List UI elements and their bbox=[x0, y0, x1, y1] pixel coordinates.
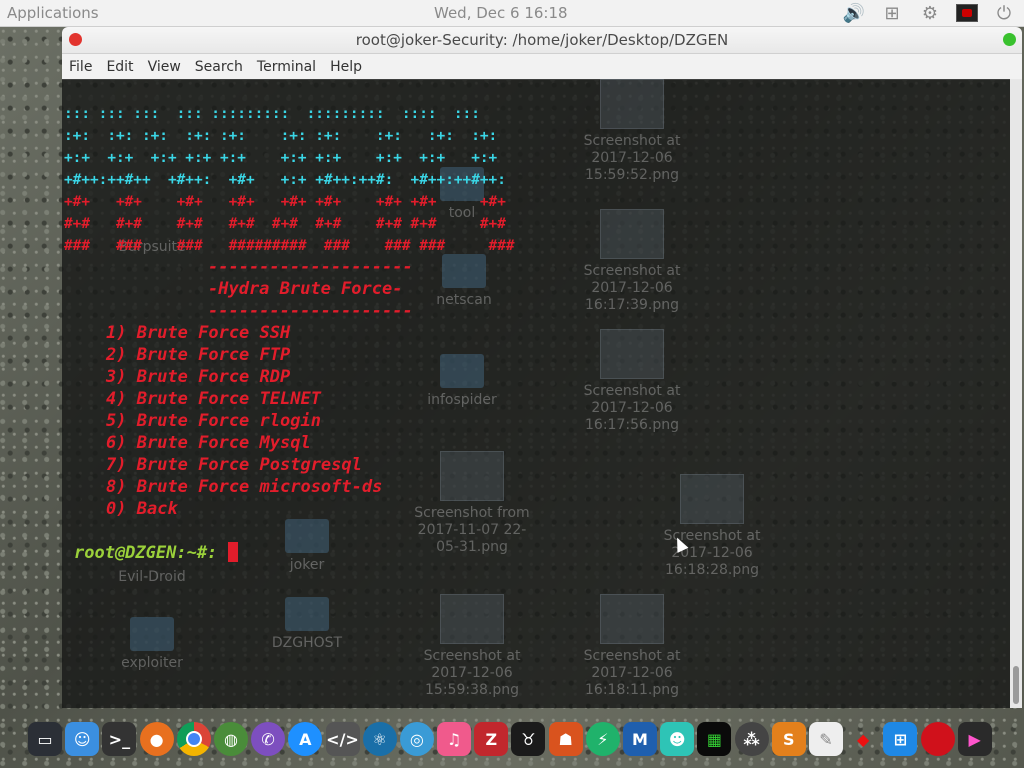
network-icon[interactable]: ⊞ bbox=[880, 2, 904, 24]
banner-line: +:+ +:+ +:+ +:+ +:+ +:+ +:+ +:+ +:+ +:+ bbox=[64, 150, 498, 166]
windows-icon[interactable]: ⊞ bbox=[883, 722, 918, 756]
dock: ▭ ☺ >_ ● ◍ ✆ A </> ⚛ ◎ ♫ Z ♉ ☗ ⚡ M ☻ ▦ ⁂… bbox=[28, 716, 998, 762]
notes-icon[interactable]: ✎ bbox=[808, 722, 843, 756]
menu-option: 7) Brute Force Postgresql bbox=[106, 455, 362, 475]
app-store-icon[interactable]: A bbox=[288, 722, 323, 756]
menu-search[interactable]: Search bbox=[188, 59, 250, 75]
disks-icon[interactable]: ▭ bbox=[28, 722, 62, 756]
menu-file[interactable]: File bbox=[62, 59, 99, 75]
chrome-icon[interactable] bbox=[176, 722, 211, 756]
firefox-icon[interactable]: ● bbox=[139, 722, 174, 756]
desktop-icon: netscan bbox=[424, 254, 504, 309]
desktop-icon: Evil-Droid bbox=[118, 569, 186, 585]
menu-bar: File Edit View Search Terminal Help bbox=[62, 54, 1022, 80]
sublime-icon[interactable]: S bbox=[771, 722, 806, 756]
menu-help[interactable]: Help bbox=[323, 59, 369, 75]
menu-heading: -Hydra Brute Force- bbox=[208, 279, 403, 299]
divider: -------------------- bbox=[208, 301, 413, 321]
system-tray: 🔊 ⊞ ⚙ ⏻ bbox=[842, 2, 1016, 24]
settings-gear-icon[interactable]: ⚙ bbox=[918, 2, 942, 24]
scripts-icon[interactable]: </> bbox=[325, 722, 360, 756]
finder-icon[interactable]: ☺ bbox=[65, 722, 100, 756]
divider: -------------------- bbox=[208, 257, 413, 277]
menu-terminal[interactable]: Terminal bbox=[250, 59, 323, 75]
menu-option: 1) Brute Force SSH bbox=[106, 323, 291, 343]
warrior-icon[interactable]: ☗ bbox=[548, 722, 583, 756]
window-title: root@joker-Security: /home/joker/Desktop… bbox=[355, 31, 729, 49]
desktop-icon: exploiter bbox=[102, 617, 202, 672]
music-icon[interactable]: ♫ bbox=[437, 722, 472, 756]
desktop-icon: Screenshot at 2017-12-06 16:18:28.png bbox=[642, 474, 782, 579]
desktop-icon: joker bbox=[272, 519, 342, 574]
filezilla-icon[interactable]: Z bbox=[474, 722, 509, 756]
maximize-button[interactable] bbox=[1003, 33, 1016, 46]
banner-line: #+# #+# #+# #+# #+# #+# #+# #+# #+# bbox=[64, 216, 506, 232]
atom-icon[interactable]: ⚛ bbox=[362, 722, 397, 756]
colors-icon[interactable]: ⁂ bbox=[734, 722, 769, 756]
desktop-icon: Screenshot at 2017-12-06 16:17:56.png bbox=[562, 329, 702, 434]
prompt-text: root@DZGEN:~#: bbox=[74, 543, 228, 563]
menu-view[interactable]: View bbox=[141, 59, 188, 75]
bull-icon[interactable]: ♉ bbox=[511, 722, 546, 756]
final-cut-icon[interactable]: ▶ bbox=[957, 722, 992, 756]
sync-icon[interactable]: ⚡ bbox=[585, 722, 620, 756]
terminal-window: root@joker-Security: /home/joker/Desktop… bbox=[62, 27, 1022, 708]
menu-option: 2) Brute Force FTP bbox=[106, 345, 291, 365]
browser-icon[interactable]: ◎ bbox=[399, 722, 434, 756]
shell-prompt[interactable]: root@DZGEN:~#: bbox=[74, 542, 238, 564]
desktop-icon: infospider bbox=[412, 354, 512, 409]
desktop-icon: Screenshot at 2017-12-06 16:17:39.png bbox=[562, 209, 702, 314]
menu-edit[interactable]: Edit bbox=[99, 59, 140, 75]
terminal-icon[interactable]: >_ bbox=[102, 722, 137, 756]
menu-option: 6) Brute Force Mysql bbox=[106, 433, 311, 453]
menu-option: 5) Brute Force rlogin bbox=[106, 411, 321, 431]
screen-recorder-icon[interactable] bbox=[956, 4, 978, 22]
desktop-icon: DZGHOST bbox=[257, 597, 357, 652]
menu-option: 4) Brute Force TELNET bbox=[106, 389, 321, 409]
banner-line: +#+ +#+ +#+ +#+ +#+ +#+ +#+ +#+ +#+ bbox=[64, 194, 506, 210]
red-diamond-icon[interactable]: ◆ bbox=[846, 722, 880, 756]
terminal-content[interactable]: Screenshot at 2017-12-06 15:59:52.png to… bbox=[62, 79, 1010, 708]
banner-line: +#++:++#++ +#++: +#+ +:+ +#++:++#: +#++:… bbox=[64, 172, 506, 188]
volume-icon[interactable]: 🔊 bbox=[842, 2, 866, 24]
ascii-banner: ::: ::: ::: ::: ::::::::: ::::::::: ::::… bbox=[64, 103, 515, 257]
scrollbar[interactable] bbox=[1010, 79, 1022, 708]
banner-line: ::: ::: ::: ::: ::::::::: ::::::::: ::::… bbox=[64, 106, 480, 122]
text-cursor bbox=[227, 542, 238, 562]
matrix-icon[interactable]: ▦ bbox=[697, 722, 732, 756]
desktop-icon: Screenshot from 2017-11-07 22-05-31.png bbox=[407, 451, 537, 556]
viber-icon[interactable]: ✆ bbox=[251, 722, 286, 756]
desktop-icon: Screenshot at 2017-12-06 15:59:38.png bbox=[407, 594, 537, 699]
top-panel: Applications Wed, Dec 6 16:18 🔊 ⊞ ⚙ ⏻ bbox=[0, 0, 1024, 27]
banner-line: ### ### ### ######### ### ### ### ### bbox=[64, 238, 515, 254]
scrollbar-thumb[interactable] bbox=[1013, 666, 1019, 704]
clock[interactable]: Wed, Dec 6 16:18 bbox=[434, 4, 568, 22]
desktop-icon: Screenshot at 2017-12-06 15:59:52.png bbox=[562, 79, 702, 184]
earth-icon[interactable]: ◍ bbox=[213, 722, 248, 756]
power-icon[interactable]: ⏻ bbox=[992, 2, 1016, 24]
anime-icon[interactable]: ☻ bbox=[660, 722, 695, 756]
desktop-icon: Screenshot at 2017-12-06 16:18:11.png bbox=[562, 594, 702, 699]
malwarebytes-icon[interactable]: M bbox=[623, 722, 657, 756]
banner-line: :+: :+: :+: :+: :+: :+: :+: :+: :+: :+: bbox=[64, 128, 498, 144]
applications-menu[interactable]: Applications bbox=[7, 4, 99, 22]
record-icon[interactable] bbox=[920, 722, 955, 756]
window-titlebar[interactable]: root@joker-Security: /home/joker/Desktop… bbox=[62, 27, 1022, 54]
menu-option: 3) Brute Force RDP bbox=[106, 367, 291, 387]
menu-option: 0) Back bbox=[106, 499, 178, 519]
menu-option: 8) Brute Force microsoft-ds bbox=[106, 477, 383, 497]
